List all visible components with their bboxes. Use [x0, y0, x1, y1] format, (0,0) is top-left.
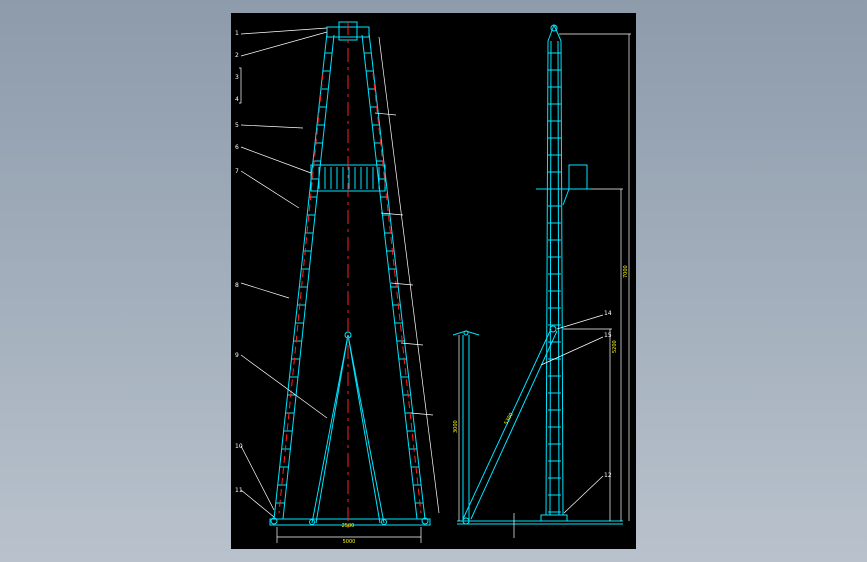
- strut-length-label: 5300: [503, 412, 514, 426]
- base-width-label: 5000: [343, 539, 356, 545]
- cad-drawing-sheet: 5000 2500 1 2 3 4 5 6 7 8 9 10 11 7000 5…: [231, 13, 636, 549]
- callout-4: 4: [235, 96, 239, 103]
- base-center-label: 2500: [342, 523, 355, 529]
- side-dimensions: [458, 33, 631, 538]
- mast-height-label: 7000: [623, 265, 629, 278]
- callout-8: 8: [235, 282, 239, 289]
- callout-6: 6: [235, 144, 239, 151]
- callout-11: 11: [235, 487, 243, 494]
- callout-2: 2: [235, 52, 239, 59]
- small-post-label: 3000: [453, 420, 459, 433]
- callout-7: 7: [235, 168, 239, 175]
- front-slope-dimension: [374, 36, 440, 514]
- callout-3: 3: [235, 74, 239, 81]
- gantry-drawing: 5000 2500 1234567891011 7000 5200 5300 3…: [235, 21, 631, 545]
- callout-12: 12: [604, 472, 612, 479]
- front-view: [269, 21, 431, 526]
- mid-height-label: 5200: [612, 340, 618, 353]
- callout-10: 10: [235, 443, 243, 450]
- front-leg-hidden-lines: [278, 72, 422, 514]
- callout-9: 9: [235, 352, 239, 359]
- callout-14: 14: [604, 310, 612, 317]
- callout-5: 5: [235, 122, 239, 129]
- side-view: [452, 24, 623, 525]
- callout-15: 15: [604, 332, 612, 339]
- front-callout-leaders: [239, 27, 328, 518]
- callout-1: 1: [235, 30, 239, 37]
